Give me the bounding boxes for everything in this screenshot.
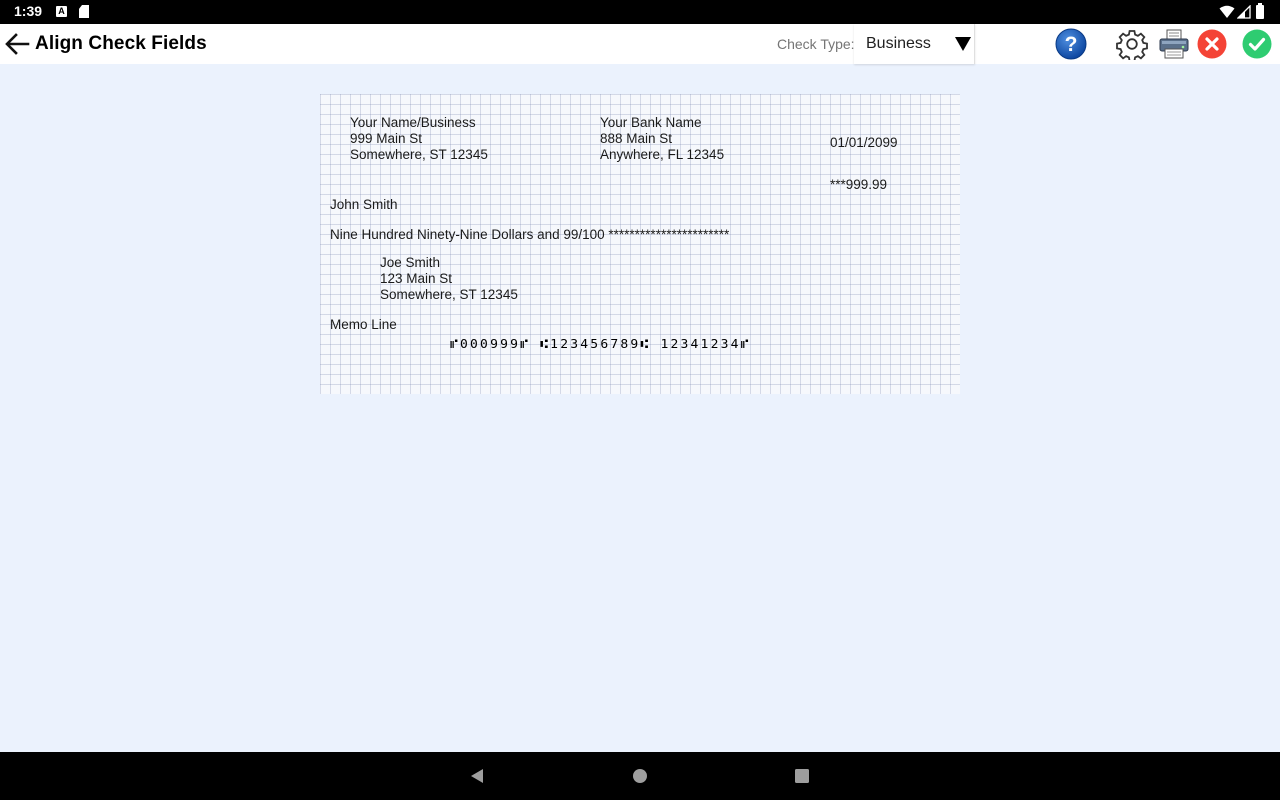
nav-home-button[interactable] [630, 766, 650, 786]
payee-address-name: Joe Smith [380, 255, 441, 270]
nav-recents-button[interactable] [792, 766, 812, 786]
sd-card-icon [79, 5, 89, 18]
amount-field[interactable]: ***999.99 [830, 177, 887, 193]
print-button[interactable] [1158, 28, 1190, 60]
checkmark-icon [1242, 29, 1272, 59]
wifi-icon [1219, 5, 1235, 18]
page-title: Align Check Fields [35, 33, 207, 54]
help-icon: ? [1055, 28, 1087, 60]
check-type-label: Check Type: [777, 36, 855, 52]
cancel-button[interactable] [1196, 28, 1228, 60]
bank-address-line2: Anywhere, FL 12345 [600, 147, 725, 162]
status-bar: 1:39 A [0, 0, 1280, 24]
amount-words-field[interactable]: Nine Hundred Ninety-Nine Dollars and 99/… [330, 227, 729, 243]
help-button[interactable]: ? [1055, 28, 1087, 60]
check-type-value: Business [866, 35, 931, 52]
payer-block[interactable]: Your Name/Business 999 Main St Somewhere… [350, 115, 488, 163]
back-button[interactable] [2, 30, 32, 58]
payer-address-line2: Somewhere, ST 12345 [350, 147, 488, 162]
square-recents-icon [795, 769, 809, 783]
status-time: 1:39 [14, 3, 43, 19]
arrow-left-icon [5, 33, 30, 55]
svg-text:?: ? [1065, 33, 1078, 56]
payer-name: Your Name/Business [350, 115, 476, 130]
payee-address-block[interactable]: Joe Smith 123 Main St Somewhere, ST 1234… [380, 255, 518, 303]
signal-icon [1237, 5, 1251, 19]
payee-address-line1: 123 Main St [380, 271, 453, 286]
nav-back-button[interactable] [467, 766, 487, 786]
battery-icon [1256, 3, 1264, 19]
payee-field[interactable]: John Smith [330, 197, 398, 213]
date-field[interactable]: 01/01/2099 [830, 135, 898, 151]
micr-line[interactable]: ⑈000999⑈ ⑆123456789⑆ 12341234⑈ [450, 337, 751, 351]
bank-name: Your Bank Name [600, 115, 702, 130]
circle-home-icon [633, 769, 647, 783]
payer-address-line1: 999 Main St [350, 131, 423, 146]
gear-icon [1116, 30, 1148, 60]
close-icon [1197, 29, 1227, 59]
triangle-back-icon [471, 769, 483, 783]
printer-icon [1159, 29, 1189, 59]
navigation-bar [0, 752, 1280, 800]
bank-address-line1: 888 Main St [600, 131, 673, 146]
confirm-button[interactable] [1241, 28, 1273, 60]
a-letter-icon: A [56, 6, 67, 17]
app-bar: Align Check Fields Check Type: Business … [0, 24, 1280, 64]
check-preview: Your Name/Business 999 Main St Somewhere… [320, 94, 960, 394]
bank-block[interactable]: Your Bank Name 888 Main St Anywhere, FL … [600, 115, 724, 163]
memo-field[interactable]: Memo Line [330, 317, 397, 333]
dropdown-arrow-icon [955, 37, 971, 51]
check-type-dropdown[interactable]: Business [854, 24, 975, 64]
settings-button[interactable] [1116, 28, 1148, 60]
payee-address-line2: Somewhere, ST 12345 [380, 287, 518, 302]
